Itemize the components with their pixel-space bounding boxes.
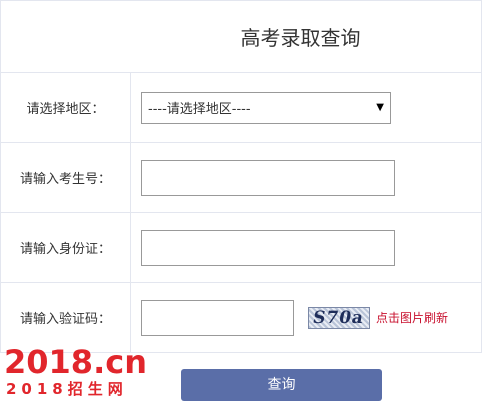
id-card-label: 请输入身份证： xyxy=(0,212,131,283)
dropdown-arrow-icon: ▼ xyxy=(376,102,384,113)
exam-number-label: 请输入考生号： xyxy=(0,142,131,213)
captcha-input[interactable] xyxy=(141,299,294,336)
query-form: 高考录取查询 请选择地区： ----请选择地区---- ▼ 请输入考生号： 请输… xyxy=(0,0,482,353)
region-select-value: ----请选择地区---- xyxy=(148,102,251,117)
watermark-main-text: 2018.cn xyxy=(4,343,147,381)
form-title: 高考录取查询 xyxy=(0,0,482,73)
query-form-page: 高考录取查询 请选择地区： ----请选择地区---- ▼ 请输入考生号： 请输… xyxy=(0,0,484,405)
id-card-input[interactable] xyxy=(141,229,395,266)
watermark-sub-text: 2018招生网 xyxy=(6,380,128,398)
submit-query-button[interactable]: 查询 xyxy=(181,369,382,401)
captcha-text: S70a xyxy=(311,307,366,328)
refresh-captcha-link[interactable]: 点击图片刷新 xyxy=(376,309,448,326)
captcha-image[interactable]: S70a xyxy=(308,306,370,329)
region-select[interactable]: ----请选择地区---- ▼ xyxy=(141,91,391,124)
exam-number-input[interactable] xyxy=(141,159,395,196)
captcha-label: 请输入验证码： xyxy=(0,282,131,353)
site-watermark-logo: 2018.cn 2018招生网 xyxy=(4,344,164,404)
region-label: 请选择地区： xyxy=(0,72,131,143)
